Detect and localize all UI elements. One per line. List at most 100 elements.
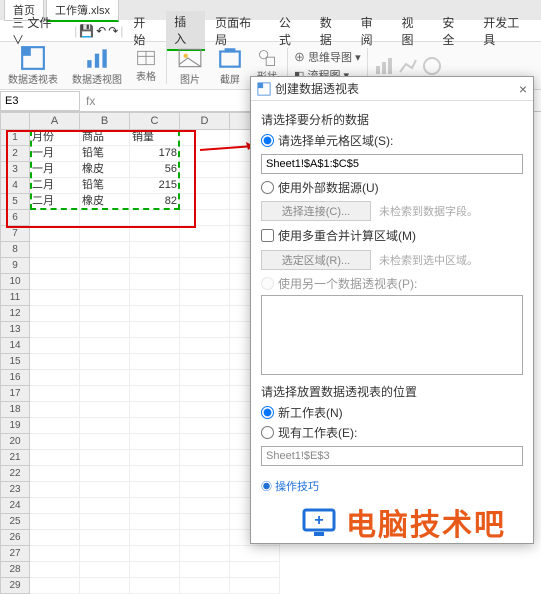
cell[interactable] <box>130 322 180 338</box>
cell[interactable] <box>30 402 80 418</box>
radio-cell-range[interactable] <box>261 134 274 147</box>
cell[interactable] <box>230 562 280 578</box>
input-existing-location[interactable] <box>261 446 523 466</box>
cell[interactable]: 二月 <box>30 194 80 210</box>
check-multi-range[interactable] <box>261 229 274 242</box>
row-header[interactable]: 6 <box>0 210 30 226</box>
cell[interactable] <box>130 386 180 402</box>
cell[interactable] <box>80 290 130 306</box>
cell[interactable] <box>80 514 130 530</box>
tab-data[interactable]: 数据 <box>312 12 351 50</box>
cell[interactable] <box>80 258 130 274</box>
row-header[interactable]: 9 <box>0 258 30 274</box>
cell[interactable] <box>130 242 180 258</box>
cell[interactable] <box>130 306 180 322</box>
cell[interactable] <box>30 546 80 562</box>
radio-external[interactable] <box>261 181 274 194</box>
cell[interactable] <box>80 434 130 450</box>
cell[interactable]: 铅笔 <box>80 146 130 162</box>
cell[interactable] <box>30 418 80 434</box>
cell[interactable] <box>30 290 80 306</box>
cell[interactable] <box>80 354 130 370</box>
cell[interactable] <box>30 434 80 450</box>
row-header[interactable]: 17 <box>0 386 30 402</box>
cell[interactable] <box>80 210 130 226</box>
cell[interactable] <box>130 578 180 594</box>
cell[interactable] <box>180 370 230 386</box>
cell[interactable]: 一月 <box>30 162 80 178</box>
row-header[interactable]: 7 <box>0 226 30 242</box>
row-header[interactable]: 2 <box>0 146 30 162</box>
cell[interactable] <box>130 210 180 226</box>
row-header[interactable]: 24 <box>0 498 30 514</box>
btn-select-area[interactable]: 选定区域(R)... <box>261 250 371 270</box>
cell[interactable] <box>180 402 230 418</box>
cell[interactable] <box>180 434 230 450</box>
cell[interactable] <box>130 530 180 546</box>
cell[interactable] <box>30 450 80 466</box>
cell[interactable] <box>130 402 180 418</box>
row-header[interactable]: 13 <box>0 322 30 338</box>
row-header[interactable]: 21 <box>0 450 30 466</box>
col-header-C[interactable]: C <box>130 112 180 130</box>
cell[interactable] <box>130 338 180 354</box>
cell[interactable]: 二月 <box>30 178 80 194</box>
name-box[interactable] <box>0 91 80 111</box>
row-header[interactable]: 12 <box>0 306 30 322</box>
row-header[interactable]: 15 <box>0 354 30 370</box>
cell[interactable] <box>230 578 280 594</box>
cell[interactable] <box>80 274 130 290</box>
cell[interactable] <box>80 562 130 578</box>
ribbon-mindmap[interactable]: ⊕ 思维导图 ▾ <box>294 49 361 65</box>
cell[interactable]: 商品 <box>80 130 130 146</box>
row-header[interactable]: 16 <box>0 370 30 386</box>
cell[interactable] <box>80 466 130 482</box>
cell[interactable] <box>180 498 230 514</box>
cell[interactable] <box>30 226 80 242</box>
fx-icon[interactable]: fx <box>80 94 101 108</box>
cell[interactable]: 215 <box>130 178 180 194</box>
cell[interactable] <box>130 482 180 498</box>
cell[interactable] <box>30 482 80 498</box>
cell[interactable]: 橡皮 <box>80 194 130 210</box>
cell[interactable] <box>180 274 230 290</box>
col-header-A[interactable]: A <box>30 112 80 130</box>
tab-home[interactable]: 开始 <box>125 12 164 50</box>
cell[interactable] <box>30 514 80 530</box>
chart-icon[interactable] <box>374 56 394 76</box>
ribbon-pivottable[interactable]: 数据透视表 <box>4 43 62 88</box>
tab-dev[interactable]: 开发工具 <box>475 12 537 50</box>
cell[interactable] <box>180 194 230 210</box>
cell[interactable] <box>80 498 130 514</box>
cell[interactable] <box>30 210 80 226</box>
cell[interactable]: 82 <box>130 194 180 210</box>
cell[interactable] <box>80 242 130 258</box>
col-header-D[interactable]: D <box>180 112 230 130</box>
cell[interactable] <box>180 306 230 322</box>
cell[interactable] <box>180 210 230 226</box>
cell[interactable]: 一月 <box>30 146 80 162</box>
cell[interactable] <box>180 162 230 178</box>
cell[interactable] <box>180 514 230 530</box>
cell[interactable] <box>80 322 130 338</box>
cell[interactable] <box>80 226 130 242</box>
row-header[interactable]: 23 <box>0 482 30 498</box>
cell[interactable] <box>180 466 230 482</box>
ribbon-table[interactable]: 表格 <box>132 46 160 85</box>
cell[interactable] <box>80 546 130 562</box>
cell[interactable] <box>30 530 80 546</box>
cell[interactable] <box>130 498 180 514</box>
row-header[interactable]: 26 <box>0 530 30 546</box>
cell[interactable] <box>30 370 80 386</box>
cell[interactable]: 56 <box>130 162 180 178</box>
cell[interactable] <box>30 274 80 290</box>
cell[interactable] <box>180 178 230 194</box>
cell[interactable] <box>80 386 130 402</box>
cell[interactable] <box>180 354 230 370</box>
cell[interactable]: 178 <box>130 146 180 162</box>
dialog-titlebar[interactable]: 创建数据透视表 × <box>251 77 533 101</box>
cell[interactable] <box>230 546 280 562</box>
cell[interactable] <box>130 466 180 482</box>
col-header-B[interactable]: B <box>80 112 130 130</box>
cell[interactable] <box>30 562 80 578</box>
